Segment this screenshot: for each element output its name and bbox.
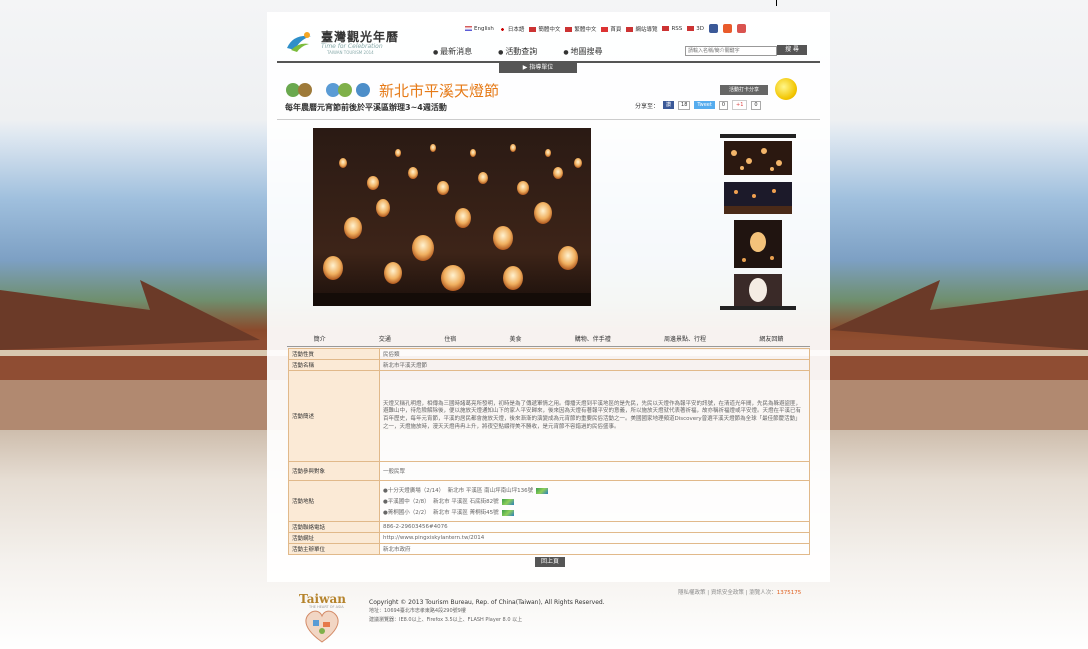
place-item: ●菁桐國小（2/2） 新北市 平溪區 菁桐街45號 xyxy=(383,508,806,516)
browser-text: 建議瀏覽器：IE8.0以上、Firefox 3.5以上、FLASH Player… xyxy=(369,617,523,623)
sitemap-link[interactable]: 網站導覽 xyxy=(626,25,657,33)
like-count: 18 xyxy=(678,100,691,110)
google-plus-button[interactable]: +1 xyxy=(732,100,748,110)
share-bar: 分享至： 讚 18 Tweet 0 +1 0 xyxy=(635,100,761,110)
thumb-scroll-down[interactable] xyxy=(720,306,796,310)
tab-feedback[interactable]: 網友回饋 xyxy=(759,334,783,344)
youtube-icon[interactable] xyxy=(737,24,746,33)
home-link[interactable]: 首頁 xyxy=(601,25,621,33)
map-icon[interactable] xyxy=(501,498,514,505)
lang-english[interactable]: English xyxy=(465,25,494,32)
tab-nearby[interactable]: 周邊景點、行程 xyxy=(664,334,706,344)
thumbnail-2[interactable] xyxy=(724,182,792,214)
map-icon[interactable] xyxy=(501,509,514,516)
plurk-icon[interactable] xyxy=(723,24,732,33)
footer-logo[interactable]: Taiwan xyxy=(299,592,346,606)
top-tick xyxy=(776,0,777,6)
event-info-table: 活動性質 民俗類 活動名稱 新北市平溪天燈節 活動簡述 天燈又稱孔明燈，相傳為三國時諸… xyxy=(288,348,810,555)
thumbnail-3[interactable] xyxy=(734,220,782,268)
checkin-button[interactable]: 活動打卡分享 xyxy=(720,85,768,95)
row-label: 活動聯絡電話 xyxy=(288,521,380,533)
tweet-count: 0 xyxy=(718,100,729,110)
thumb-scroll-up[interactable] xyxy=(720,134,796,138)
back-button[interactable]: 回上頁 xyxy=(535,557,565,567)
table-row: 活動參與對象 一般民眾 xyxy=(288,461,810,481)
table-row: 活動主辦單位 新北市政府 xyxy=(288,543,810,555)
3d-link[interactable]: 3D xyxy=(687,25,704,32)
row-label: 活動參與對象 xyxy=(288,461,380,481)
search-input[interactable] xyxy=(685,46,777,56)
tab-shopping[interactable]: 購物、伴手禮 xyxy=(575,334,611,344)
guide-button[interactable]: ▶ 指導單位 xyxy=(499,62,577,73)
lang-traditional[interactable]: 繁體中文 xyxy=(565,25,596,33)
table-row: 活動網址 http://www.pingxiskylantern.tw/2014 xyxy=(288,532,810,544)
top-links: English 日本語 簡體中文 繁體中文 首頁 網站導覽 RSS 3D xyxy=(465,24,746,33)
event-category-icons xyxy=(286,83,370,97)
table-row: 活動地點 ●十分天燈廣場（2/14） 新北市 平溪區 南山坪南山坪136號 ●平… xyxy=(288,480,810,522)
search-button[interactable]: 搜 尋 xyxy=(777,45,807,55)
tab-intro[interactable]: 簡介 xyxy=(314,334,326,344)
tab-transport[interactable]: 交通 xyxy=(379,334,391,344)
table-row: 活動名稱 新北市平溪天燈節 xyxy=(288,359,810,371)
footer-heart-icon xyxy=(305,610,339,643)
nav-news[interactable]: 最新消息 xyxy=(433,46,472,57)
visit-count: 1375175 xyxy=(776,590,802,596)
event-description: 天燈又稱孔明燈，相傳為三國時諸葛亮所發明，初時是為了傳遞軍情之用。傳播天燈到平溪… xyxy=(379,370,810,462)
tab-lodging[interactable]: 住宿 xyxy=(444,334,456,344)
event-title: 新北市平溪天燈節 xyxy=(379,82,500,100)
nav-map-search[interactable]: 地圖搜尋 xyxy=(563,46,602,57)
address-text: 地址：10694臺北市忠孝東路4段290號9樓 xyxy=(369,608,466,614)
rss-link[interactable]: RSS xyxy=(662,25,682,32)
copyright-text: Copyright © 2013 Tourism Bureau, Rep. of… xyxy=(369,599,605,606)
content-panel: 臺灣觀光年曆 Time for Celebration TAIWAN TOURI… xyxy=(267,12,830,582)
tab-underline xyxy=(287,346,810,347)
thumbnail-4[interactable] xyxy=(734,274,782,306)
event-subtitle: 每年農曆元宵節前後於平溪區辦理3~4週活動 xyxy=(285,103,447,112)
site-subtitle: Time for Celebration xyxy=(321,43,383,50)
row-label: 活動主辦單位 xyxy=(288,543,380,555)
row-label: 活動網址 xyxy=(288,532,380,544)
main-photo[interactable] xyxy=(313,128,591,306)
place-list: ●十分天燈廣場（2/14） 新北市 平溪區 南山坪南山坪136號 ●平溪國中（2… xyxy=(379,480,810,522)
thumbnail-1[interactable] xyxy=(724,141,792,175)
lang-japanese[interactable]: 日本語 xyxy=(498,25,524,33)
table-row: 活動性質 民俗類 xyxy=(288,348,810,360)
nav-event-search[interactable]: 活動查詢 xyxy=(498,46,537,57)
title-divider xyxy=(277,119,820,120)
facebook-like-button[interactable]: 讚 xyxy=(663,101,675,109)
sun-icon xyxy=(775,78,797,100)
place-item: ●平溪國中（2/8） 新北市 平溪區 石底街82號 xyxy=(383,497,806,505)
footer-stats: 隱私權政策 | 資訊安全政策 | 瀏覽人次：1375175 xyxy=(678,588,801,596)
footer-text: Copyright © 2013 Tourism Bureau, Rep. of… xyxy=(369,598,605,625)
row-label: 活動地點 xyxy=(288,480,380,522)
row-value: 一般民眾 xyxy=(379,461,810,481)
table-row: 活動聯絡電話 886-2-29603456#4076 xyxy=(288,521,810,533)
row-value: 新北市平溪天燈節 xyxy=(379,359,810,371)
table-row: 活動簡述 天燈又稱孔明燈，相傳為三國時諸葛亮所發明，初時是為了傳遞軍情之用。傳播天… xyxy=(288,370,810,462)
phone-value: 886-2-29603456#4076 xyxy=(379,521,810,533)
row-label: 活動名稱 xyxy=(288,359,380,371)
event-url-link[interactable]: http://www.pingxiskylantern.tw/2014 xyxy=(379,532,810,544)
facebook-icon[interactable] xyxy=(709,24,718,33)
map-icon[interactable] xyxy=(536,487,549,494)
tab-food[interactable]: 美食 xyxy=(509,334,521,344)
share-label: 分享至： xyxy=(635,102,660,110)
site-subtitle-2: TAIWAN TOURISM 2014 xyxy=(327,50,374,55)
info-tabs: 簡介 交通 住宿 美食 購物、伴手禮 周邊景點、行程 網友回饋 xyxy=(287,334,810,344)
logo-icon[interactable] xyxy=(285,30,313,52)
plus-count: 0 xyxy=(751,100,761,110)
row-label: 活動性質 xyxy=(288,348,380,360)
row-value: 民俗類 xyxy=(379,348,810,360)
policy-links[interactable]: 隱私權政策 | 資訊安全政策 | 瀏覽人次： xyxy=(678,590,777,596)
tweet-button[interactable]: Tweet xyxy=(694,101,715,109)
lang-simplified[interactable]: 簡體中文 xyxy=(529,25,560,33)
thumbnail-strip xyxy=(720,134,796,310)
main-nav: 最新消息 活動查詢 地圖搜尋 xyxy=(433,46,602,57)
row-value: 新北市政府 xyxy=(379,543,810,555)
place-item: ●十分天燈廣場（2/14） 新北市 平溪區 南山坪南山坪136號 xyxy=(383,486,806,494)
row-label: 活動簡述 xyxy=(288,370,380,462)
